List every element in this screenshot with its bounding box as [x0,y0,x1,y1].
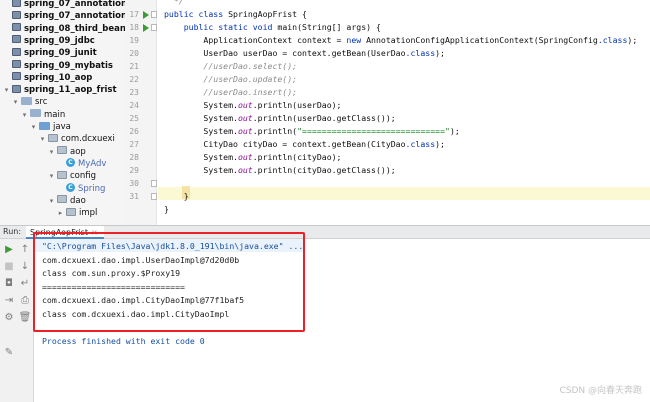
tree-item-label: spring_09_mybatis [24,60,113,71]
line-number: 29 [129,166,139,175]
tree-item-label: impl [79,208,98,219]
settings-icon[interactable]: ⚙ [3,312,15,324]
fold-icon[interactable] [151,11,157,18]
module-icon [12,0,21,7]
module-icon [12,84,21,93]
folder-icon [21,96,32,105]
code-line[interactable]: //userDao.select(); [164,60,297,73]
delete-icon[interactable]: 🗑 [19,312,32,324]
tree-item-label: spring_07_annotation_be [24,11,125,22]
run-gutter-icon[interactable] [143,11,149,19]
source-folder-icon [39,121,50,130]
line-number: 24 [129,101,139,110]
code-line[interactable]: System.out.println(userDao.getClass()); [164,112,395,125]
tree-item-label: main [44,109,66,120]
code-line[interactable]: public class SpringAopFrist { [164,8,307,21]
line-number: 20 [129,49,139,58]
editor-gutter: 17 18 19 20 21 22 23 24 25 26 27 28 29 30 31 [125,0,157,225]
code-line[interactable]: ApplicationContext context = new Annotat… [164,34,637,47]
line-number: 17 [129,10,139,19]
rerun-icon[interactable]: ▶ [3,244,15,256]
line-number: 18 [129,23,139,32]
tree-item-label: dao [70,195,86,206]
run-toolbar: ▶ ↑ ■ ↓ ◘ ↵ ⇥ ⎙ ⚙ 🗑 ✎ [0,239,34,402]
code-line[interactable]: } [164,203,169,216]
fold-icon[interactable] [151,24,157,31]
folder-icon [30,109,41,118]
line-number: 31 [129,192,139,201]
code-line[interactable]: System.out.println(cityDao); [164,151,341,164]
tree-item-label: java [53,122,71,132]
line-number: 19 [129,36,139,45]
console-line: Process finished with exit code 0 [42,336,205,347]
watermark: CSDN @向春天奔跑 [559,386,642,396]
code-line[interactable]: UserDao userDao = context.getBean(UserDa… [164,47,445,60]
scroll-down-icon[interactable]: ↓ [19,261,31,273]
tree-item-label: spring_11_aop_frist [24,85,117,96]
code-line[interactable]: public static void main(String[] args) { [164,21,381,34]
scroll-up-icon[interactable]: ↑ [19,244,31,256]
module-icon [12,60,21,68]
print-icon[interactable]: ⎙ [19,295,31,307]
line-number: 28 [129,153,139,162]
line-number: 26 [129,127,139,136]
tree-item-label: aop [70,146,86,157]
expand-right-icon[interactable]: ▸ [56,206,65,221]
tree-item-label: spring_08_third_bean [24,23,125,34]
caret-line-highlight [158,187,650,200]
package-icon [57,146,67,155]
tree-item-label: spring_09_jdbc [24,35,95,46]
module-icon [12,23,21,32]
class-icon: C [66,157,75,167]
tree-item-label: spring_10_aop [24,72,93,83]
line-number: 22 [129,75,139,84]
run-gutter-icon[interactable] [143,24,149,32]
code-line[interactable]: CityDao cityDao = context.getBean(CityDa… [164,138,445,151]
tree-item-label: spring_09_junit [24,48,97,59]
tree-item-label: MyAdv [78,158,107,169]
tree-item-label: Spring [78,183,106,194]
package-icon [48,133,58,142]
exit-icon[interactable]: ⇥ [3,295,15,307]
package-icon [57,170,67,179]
stop-icon[interactable]: ■ [3,261,15,273]
code-line[interactable]: System.out.println(userDao); [164,99,341,112]
line-number: 30 [129,179,139,188]
tree-item-label: config [70,171,97,182]
camera-icon[interactable]: ◘ [3,278,15,290]
code-line[interactable]: } [164,190,189,203]
code-line[interactable]: System.out.println(cityDao.getClass()); [164,164,395,177]
tree-item-label: spring_07_annotation [24,0,125,9]
fold-icon[interactable] [151,180,157,187]
run-panel-label: Run: [3,227,22,236]
project-tree: spring_07_annotation spring_07_annotation… [0,0,125,225]
fold-icon[interactable] [151,193,157,200]
module-icon [12,72,21,81]
tree-item-label: com.dcxuexi [61,134,115,145]
package-icon [66,207,76,216]
tree-item[interactable]: ▸ impl [0,206,97,221]
code-line[interactable]: */ [164,0,184,8]
module-icon [12,35,21,44]
line-number: 21 [129,62,139,71]
package-icon [57,195,67,204]
code-line[interactable]: //userDao.insert(); [164,86,297,99]
code-line[interactable]: //userDao.update(); [164,73,297,86]
wrap-icon[interactable]: ↵ [19,278,31,290]
class-icon: C [66,182,75,192]
module-icon [12,47,21,56]
highlight-annotation-box [33,232,305,332]
pin-icon[interactable]: ✎ [3,347,15,359]
line-number: 27 [129,140,139,149]
line-number: 25 [129,114,139,123]
code-editor[interactable]: */public class SpringAopFrist { public s… [158,0,650,225]
tree-item-label: src [35,97,48,108]
module-icon [12,10,21,19]
line-number: 23 [129,88,139,97]
code-line[interactable]: System.out.println("====================… [164,125,459,138]
